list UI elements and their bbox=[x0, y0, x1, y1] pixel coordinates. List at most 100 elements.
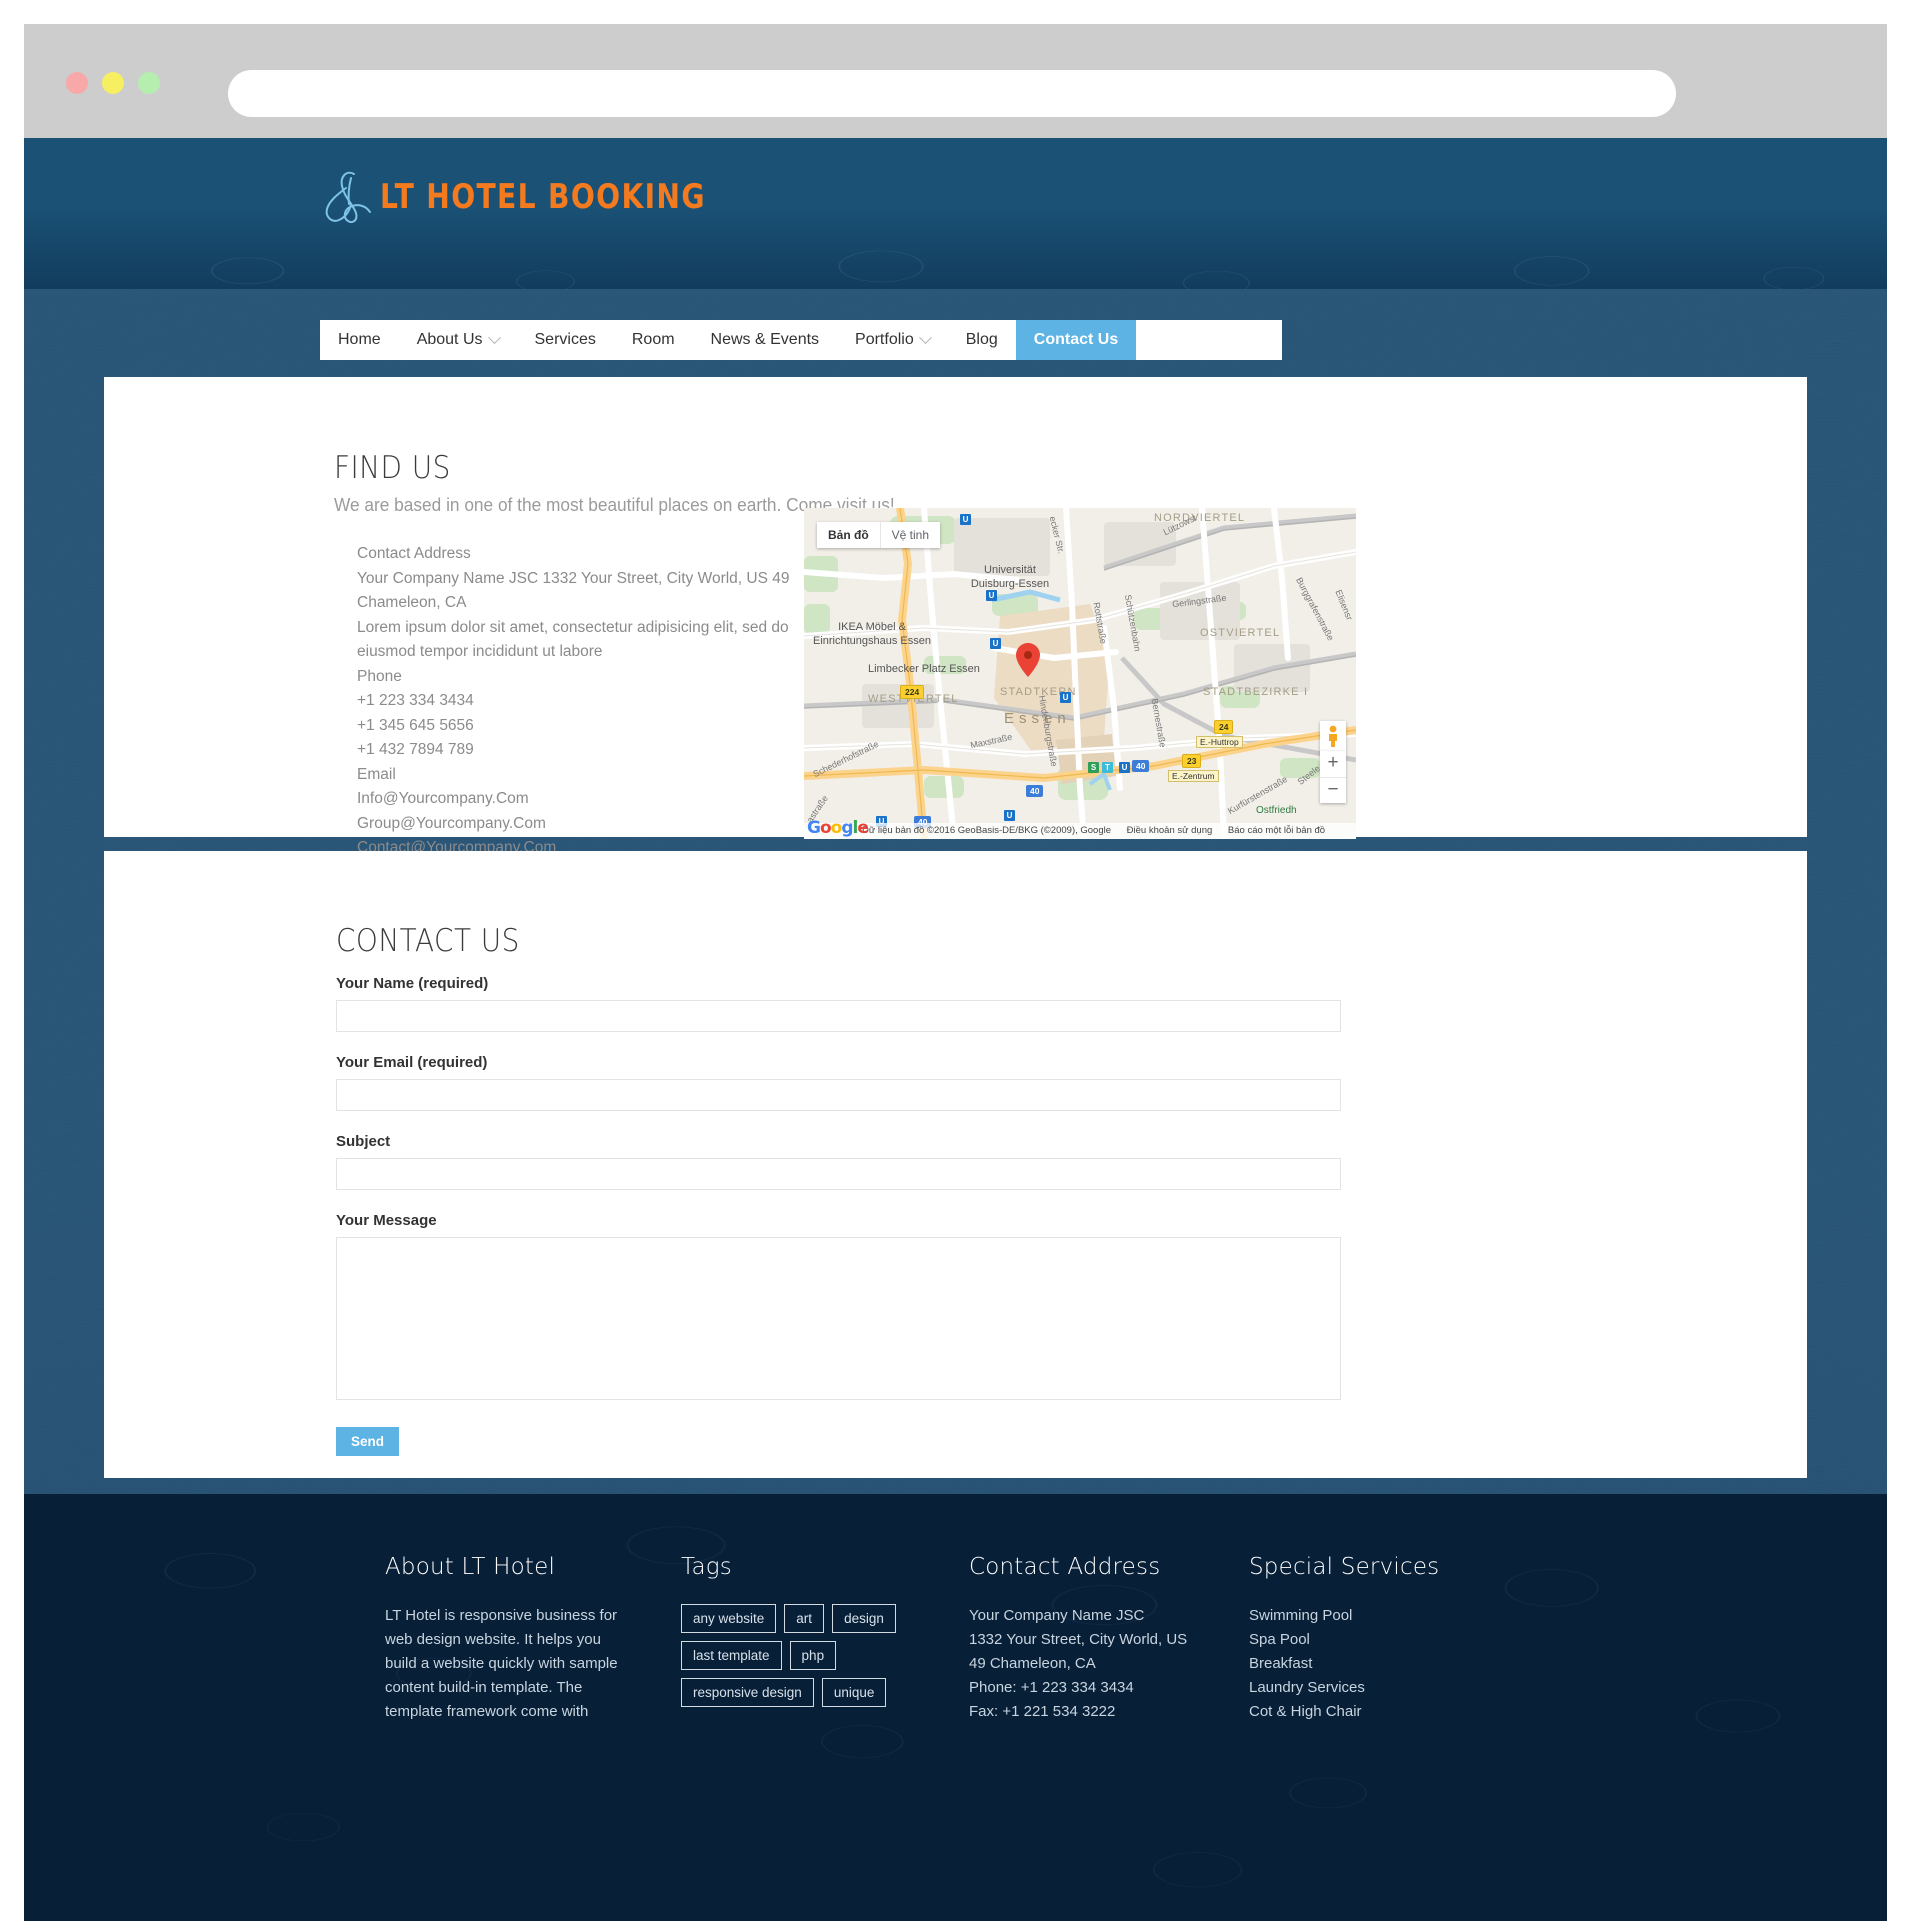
footer-address-line-3: 49 Chameleon, CA bbox=[969, 1655, 1096, 1672]
field-group-message: Your Message bbox=[336, 1212, 1341, 1405]
contact-info-block: Contact Address Your Company Name JSC 13… bbox=[357, 542, 797, 861]
tag-chip[interactable]: unique bbox=[821, 1678, 887, 1707]
close-window-button[interactable] bbox=[66, 72, 88, 94]
main-navigation: Home About Us Services Room News & Event… bbox=[320, 320, 1282, 360]
google-map-widget[interactable]: NORDVIERTEL OSTVIERTEL STADTBEZIRKE I WE… bbox=[804, 508, 1356, 839]
map-attribution-bar: Dữ liệu bản đồ ©2016 GeoBasis-DE/BKG (©2… bbox=[804, 823, 1356, 839]
contact-email-2: Group@Yourcompany.Com bbox=[357, 814, 546, 832]
field-group-subject: Subject bbox=[336, 1133, 1341, 1190]
nav-label-portfolio: Portfolio bbox=[855, 331, 914, 348]
nav-item-contact-us[interactable]: Contact Us bbox=[1015, 320, 1137, 360]
header-floral-pattern bbox=[24, 138, 1887, 289]
your-email-input[interactable] bbox=[336, 1079, 1341, 1111]
nav-item-home[interactable]: Home bbox=[320, 320, 399, 360]
map-type-control[interactable]: Bản đồ Vệ tinh bbox=[817, 522, 941, 548]
tag-chip[interactable]: any website bbox=[681, 1604, 777, 1633]
minimize-window-button[interactable] bbox=[102, 72, 124, 94]
map-u-bahn-icon: U bbox=[960, 514, 971, 525]
contact-us-section: CONTACT US Your Name (required) Your Ema… bbox=[104, 851, 1807, 1478]
map-sbahn-icon: S bbox=[1088, 762, 1099, 773]
contact-phone-3: +1 432 7894 789 bbox=[357, 741, 474, 758]
nav-label-home: Home bbox=[338, 331, 381, 348]
contact-address-heading: Contact Address bbox=[357, 545, 471, 562]
footer-floral-pattern bbox=[24, 1494, 1887, 1921]
find-us-section: FIND US We are based in one of the most … bbox=[104, 377, 1807, 856]
map-highway-badge-23: 23 bbox=[1182, 754, 1202, 768]
map-location-marker-icon[interactable] bbox=[1016, 643, 1040, 677]
tag-chip[interactable]: responsive design bbox=[681, 1678, 814, 1707]
map-zoom-control[interactable]: + − bbox=[1320, 751, 1346, 803]
page-viewport: LT HOTEL BOOKING Home About Us Services … bbox=[24, 138, 1887, 1921]
map-highway-badge-40b: 40 bbox=[1132, 760, 1150, 772]
map-highway-badge-224: 224 bbox=[900, 685, 925, 699]
footer-address-phone: Phone: +1 223 334 3434 bbox=[969, 1679, 1134, 1696]
your-name-input[interactable] bbox=[336, 1000, 1341, 1032]
nav-item-about-us[interactable]: About Us bbox=[399, 320, 517, 360]
nav-label-news-events: News & Events bbox=[710, 331, 820, 348]
map-type-satellite-button[interactable]: Vệ tinh bbox=[879, 522, 940, 548]
map-terms-link[interactable]: Điều khoản sử dụng bbox=[1127, 825, 1213, 836]
field-group-name: Your Name (required) bbox=[336, 975, 1341, 1032]
footer-service-item[interactable]: Breakfast bbox=[1249, 1652, 1499, 1676]
footer-tags-title: Tags bbox=[681, 1554, 732, 1580]
subject-input[interactable] bbox=[336, 1158, 1341, 1190]
nav-label-contact-us: Contact Us bbox=[1033, 331, 1119, 348]
google-logo-e: e bbox=[857, 818, 868, 838]
site-logo-link[interactable]: LT HOTEL BOOKING bbox=[320, 166, 727, 228]
contact-address-line: Your Company Name JSC 1332 Your Street, … bbox=[357, 569, 790, 612]
nav-label-services: Services bbox=[534, 331, 596, 348]
nav-item-blog[interactable]: Blog bbox=[948, 320, 1016, 360]
map-u-bahn-icon: U bbox=[986, 590, 997, 601]
footer-service-item[interactable]: Laundry Services bbox=[1249, 1676, 1499, 1700]
nav-item-room[interactable]: Room bbox=[614, 320, 693, 360]
footer-address-line-1: Your Company Name JSC bbox=[969, 1607, 1145, 1624]
nav-label-blog: Blog bbox=[965, 331, 998, 348]
footer-address-fax: Fax: +1 221 534 3222 bbox=[969, 1703, 1116, 1720]
script-l-logo-icon bbox=[325, 171, 371, 223]
tag-chip[interactable]: design bbox=[832, 1604, 896, 1633]
nav-item-portfolio[interactable]: Portfolio bbox=[837, 320, 948, 360]
footer-services-title: Special Services bbox=[1249, 1554, 1440, 1580]
map-type-map-button[interactable]: Bản đồ bbox=[817, 522, 880, 548]
footer-services-list: Swimming Pool Spa Pool Breakfast Laundry… bbox=[1249, 1604, 1499, 1724]
contact-us-title: CONTACT US bbox=[336, 922, 520, 959]
contact-description-line: Lorem ipsum dolor sit amet, consectetur … bbox=[357, 618, 789, 661]
map-canvas bbox=[804, 508, 1356, 839]
footer-service-item[interactable]: Cot & High Chair bbox=[1249, 1700, 1499, 1724]
nav-item-services[interactable]: Services bbox=[517, 320, 614, 360]
your-email-label: Your Email (required) bbox=[336, 1054, 488, 1071]
map-highway-badge-24: 24 bbox=[1214, 720, 1234, 734]
google-logo-o1: o bbox=[819, 818, 832, 838]
your-message-textarea[interactable] bbox=[336, 1237, 1341, 1400]
site-logo-text: LT HOTEL BOOKING bbox=[380, 177, 706, 217]
google-logo-g1: G bbox=[807, 818, 821, 838]
footer-service-item[interactable]: Swimming Pool bbox=[1249, 1604, 1499, 1628]
google-logo: Google bbox=[807, 818, 869, 838]
send-button[interactable]: Send bbox=[336, 1427, 400, 1456]
tag-chip[interactable]: art bbox=[784, 1604, 825, 1633]
map-data-credit: Dữ liệu bản đồ ©2016 GeoBasis-DE/BKG (©2… bbox=[862, 825, 1112, 836]
footer-service-item[interactable]: Spa Pool bbox=[1249, 1628, 1499, 1652]
site-header: LT HOTEL BOOKING bbox=[24, 138, 1887, 289]
your-name-label: Your Name (required) bbox=[336, 975, 489, 992]
street-view-pegman-icon[interactable] bbox=[1320, 721, 1346, 751]
contact-phone-2: +1 345 645 5656 bbox=[357, 716, 474, 734]
nav-label-room: Room bbox=[631, 331, 675, 348]
contact-phone-1: +1 223 334 3434 bbox=[357, 692, 474, 709]
chevron-down-icon bbox=[918, 330, 932, 344]
footer-column-address: Contact Address Your Company Name JSC 13… bbox=[969, 1554, 1221, 1724]
map-exit-zentrum: E.-Zentrum bbox=[1168, 770, 1219, 782]
map-u-bahn-icon: U bbox=[1004, 810, 1015, 821]
map-zoom-in-button[interactable]: + bbox=[1320, 751, 1346, 777]
chevron-down-icon bbox=[487, 330, 501, 344]
footer-address-title: Contact Address bbox=[969, 1554, 1161, 1580]
tag-chip[interactable]: last template bbox=[681, 1641, 782, 1670]
tag-chip[interactable]: php bbox=[789, 1641, 837, 1670]
map-zoom-out-button[interactable]: − bbox=[1320, 777, 1346, 803]
address-bar-input[interactable] bbox=[228, 70, 1676, 117]
maximize-window-button[interactable] bbox=[138, 72, 160, 94]
map-report-link[interactable]: Báo cáo một lỗi bản đồ bbox=[1228, 825, 1325, 836]
nav-item-news-events[interactable]: News & Events bbox=[693, 320, 837, 360]
map-u-bahn-icon: U bbox=[990, 638, 1001, 649]
find-us-title: FIND US bbox=[334, 449, 451, 486]
